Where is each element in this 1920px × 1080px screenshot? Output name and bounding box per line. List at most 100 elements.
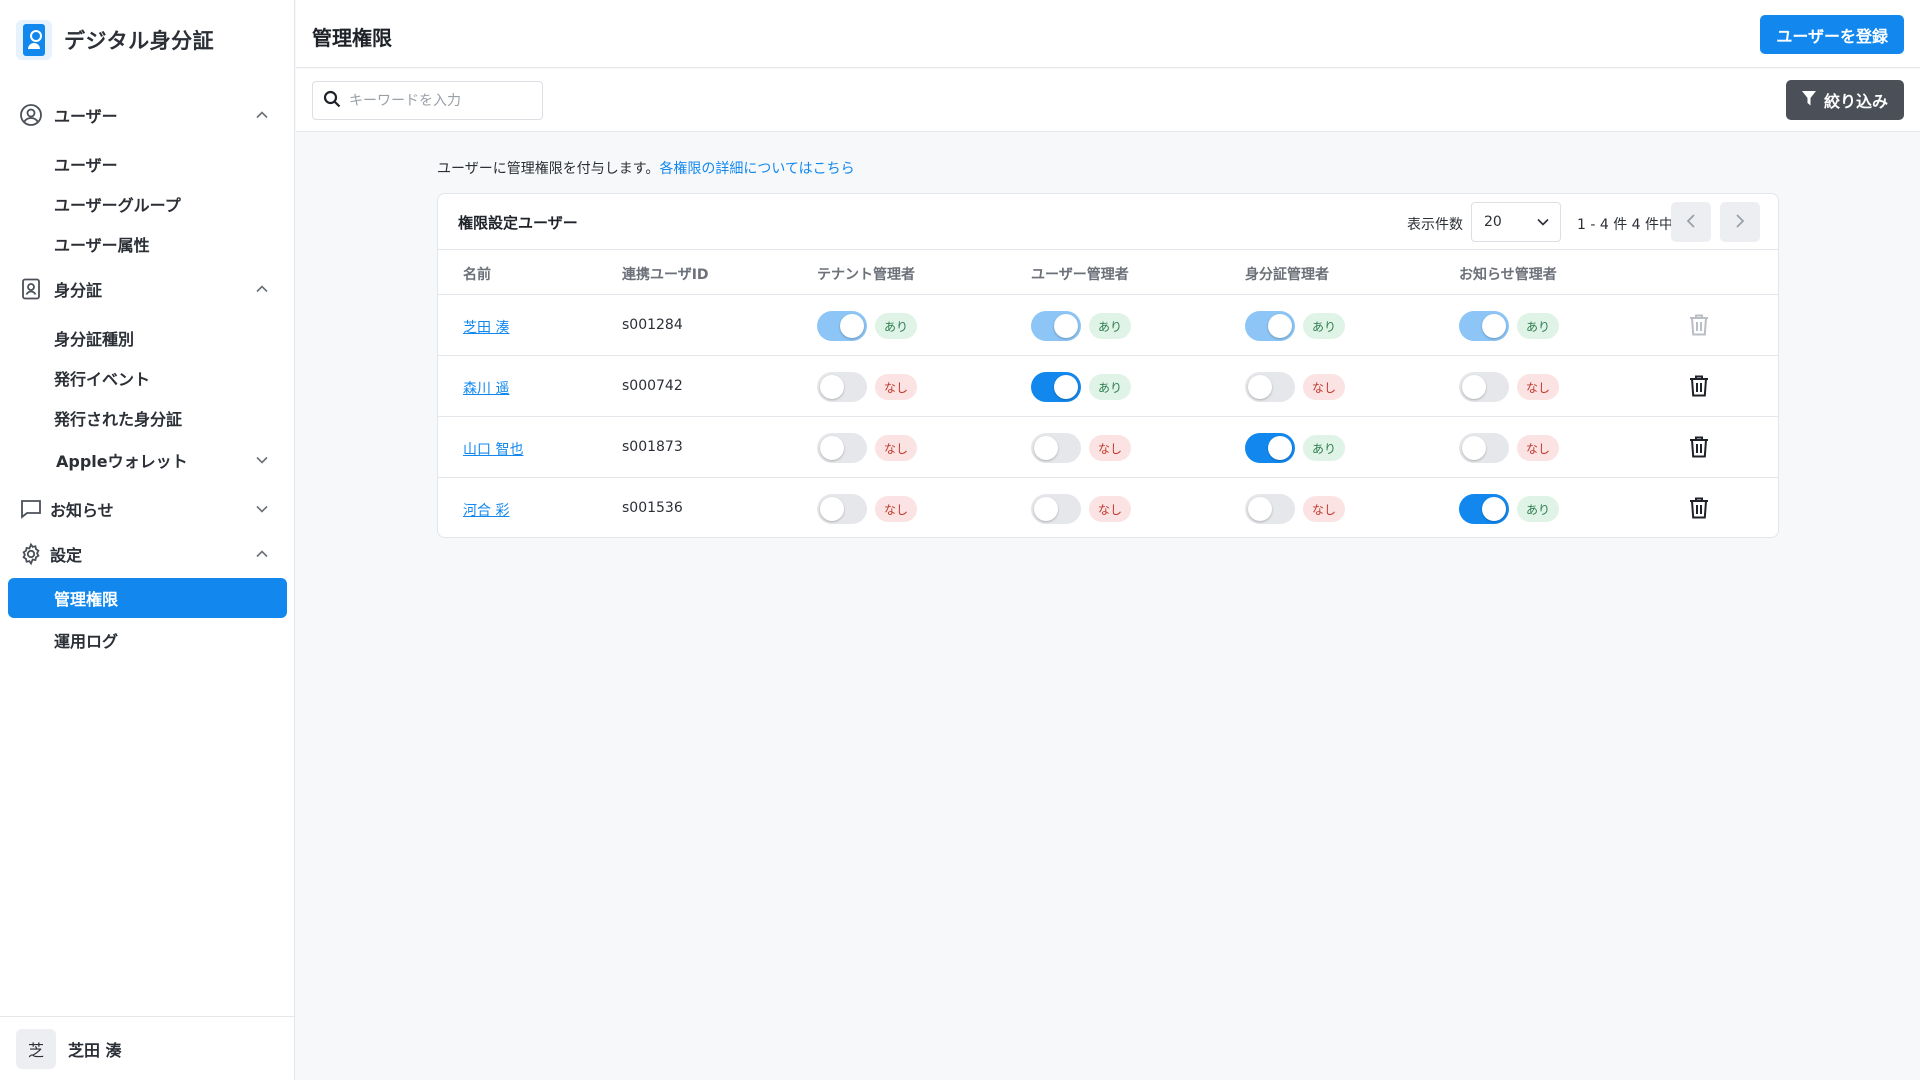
chevron-up-icon bbox=[251, 278, 273, 300]
sidebar-item-admin-permissions[interactable]: 管理権限 bbox=[8, 578, 287, 618]
filter-button[interactable]: 絞り込み bbox=[1785, 80, 1904, 120]
linked-user-id: s001873 bbox=[622, 439, 683, 455]
nav-section-label: 身分証 bbox=[54, 281, 103, 300]
permission-user-admin: なし bbox=[1031, 433, 1132, 463]
prev-page-button[interactable] bbox=[1671, 202, 1711, 242]
permission-user-admin: あり bbox=[1031, 372, 1132, 402]
tenant-admin-toggle[interactable] bbox=[817, 494, 867, 524]
nav-subsection-apple-wallet[interactable]: Appleウォレット bbox=[56, 448, 273, 472]
column-header-notice-admin: お知らせ管理者 bbox=[1459, 267, 1557, 283]
notice-admin-toggle[interactable] bbox=[1459, 433, 1509, 463]
tenant-admin-toggle[interactable] bbox=[817, 433, 867, 463]
permission-status-badge: なし bbox=[1303, 374, 1346, 400]
id-admin-toggle[interactable] bbox=[1245, 494, 1295, 524]
notice-admin-toggle[interactable] bbox=[1459, 311, 1509, 341]
brand[interactable]: デジタル身分証 bbox=[16, 20, 214, 60]
search-box[interactable] bbox=[312, 81, 543, 120]
filter-icon bbox=[1801, 90, 1816, 110]
delete-button[interactable] bbox=[1686, 313, 1712, 339]
permission-status-badge: あり bbox=[1303, 435, 1346, 461]
search-icon bbox=[323, 90, 341, 112]
permission-user-admin: あり bbox=[1031, 311, 1132, 341]
user-name-link[interactable]: 芝田 湊 bbox=[463, 317, 509, 337]
tenant-admin-toggle[interactable] bbox=[817, 372, 867, 402]
current-user[interactable]: 芝 芝田 湊 bbox=[0, 1016, 295, 1080]
sidebar: デジタル身分証 ユーザー ユーザー ユーザーグループ ユーザー属性 身分証 身分… bbox=[0, 0, 295, 1080]
user-name-link[interactable]: 山口 智也 bbox=[463, 439, 523, 459]
toolbar: 絞り込み bbox=[296, 69, 1920, 132]
id-admin-toggle[interactable] bbox=[1245, 372, 1295, 402]
table-row: 芝田 湊 s001284 あり あり あり あり bbox=[438, 295, 1778, 356]
tenant-admin-toggle[interactable] bbox=[817, 311, 867, 341]
page-description: ユーザーに管理権限を付与します。各権限の詳細についてはこちら bbox=[437, 158, 855, 178]
id-admin-toggle[interactable] bbox=[1245, 311, 1295, 341]
nav-section-notice[interactable]: お知らせ bbox=[18, 496, 273, 522]
permission-status-badge: あり bbox=[1303, 313, 1346, 339]
table-body: 芝田 湊 s001284 あり あり あり あり 森川 遥 s000742 なし あり なし なし 山口… bbox=[438, 295, 1778, 537]
permission-status-badge: あり bbox=[1517, 313, 1560, 339]
table-header: 名前 連携ユーザID テナント管理者 ユーザー管理者 身分証管理者 お知らせ管理… bbox=[438, 250, 1778, 295]
notice-admin-toggle[interactable] bbox=[1459, 372, 1509, 402]
chevron-down-icon bbox=[251, 449, 273, 471]
permission-status-badge: なし bbox=[1089, 496, 1132, 522]
user-admin-toggle[interactable] bbox=[1031, 494, 1081, 524]
user-name-link[interactable]: 河合 彩 bbox=[463, 500, 509, 520]
permission-user-admin: なし bbox=[1031, 494, 1132, 524]
next-page-button[interactable] bbox=[1720, 202, 1760, 242]
page-title: 管理権限 bbox=[312, 26, 392, 50]
per-page-label: 表示件数 bbox=[1407, 217, 1463, 233]
search-input[interactable] bbox=[349, 92, 529, 109]
chevron-up-icon bbox=[251, 104, 273, 126]
nav-section-label: お知らせ bbox=[50, 501, 114, 520]
sidebar-item-user-groups[interactable]: ユーザーグループ bbox=[54, 192, 181, 216]
nav-section-label: 設定 bbox=[50, 546, 83, 565]
chevron-right-icon bbox=[1733, 213, 1747, 232]
sidebar-item-operation-logs[interactable]: 運用ログ bbox=[54, 628, 118, 652]
nav-section-settings[interactable]: 設定 bbox=[18, 541, 273, 567]
nav-section-users[interactable]: ユーザー bbox=[18, 102, 273, 128]
pagination-range: 1 - 4 件 4 件中 bbox=[1577, 217, 1674, 233]
user-admin-toggle[interactable] bbox=[1031, 311, 1081, 341]
chevron-up-icon bbox=[251, 543, 273, 565]
per-page-select[interactable]: 20 bbox=[1471, 202, 1561, 242]
permission-users-card: 権限設定ユーザー 表示件数 20 1 - 4 件 4 件中 名前 連携ユーザID… bbox=[437, 193, 1779, 538]
id-admin-toggle[interactable] bbox=[1245, 433, 1295, 463]
permission-id-admin: あり bbox=[1245, 433, 1346, 463]
permission-id-admin: あり bbox=[1245, 311, 1346, 341]
permission-status-badge: なし bbox=[1089, 435, 1132, 461]
sidebar-item-id-types[interactable]: 身分証種別 bbox=[54, 326, 134, 350]
linked-user-id: s001536 bbox=[622, 500, 683, 516]
user-circle-icon bbox=[18, 102, 44, 128]
column-header-id-admin: 身分証管理者 bbox=[1245, 267, 1329, 283]
register-user-button[interactable]: ユーザーを登録 bbox=[1760, 15, 1904, 54]
delete-button[interactable] bbox=[1686, 435, 1712, 461]
sidebar-item-issued-ids[interactable]: 発行された身分証 bbox=[54, 406, 182, 430]
permission-tenant-admin: あり bbox=[817, 311, 918, 341]
user-admin-toggle[interactable] bbox=[1031, 372, 1081, 402]
permission-status-badge: あり bbox=[1089, 313, 1132, 339]
trash-icon bbox=[1689, 375, 1709, 400]
user-name-link[interactable]: 森川 遥 bbox=[463, 378, 509, 398]
table-row: 森川 遥 s000742 なし あり なし なし bbox=[438, 356, 1778, 417]
permission-notice-admin: なし bbox=[1459, 372, 1560, 402]
column-header-user-admin: ユーザー管理者 bbox=[1031, 267, 1129, 283]
chevron-down-icon bbox=[251, 498, 273, 520]
permission-details-link[interactable]: 各権限の詳細についてはこちら bbox=[659, 161, 854, 177]
avatar: 芝 bbox=[16, 1028, 56, 1069]
user-admin-toggle[interactable] bbox=[1031, 433, 1081, 463]
permission-status-badge: あり bbox=[1089, 374, 1132, 400]
card-header: 権限設定ユーザー 表示件数 20 1 - 4 件 4 件中 bbox=[438, 194, 1778, 250]
trash-icon bbox=[1689, 314, 1709, 339]
permission-status-badge: なし bbox=[1303, 496, 1346, 522]
permission-notice-admin: あり bbox=[1459, 311, 1560, 341]
delete-button[interactable] bbox=[1686, 496, 1712, 522]
permission-status-badge: なし bbox=[875, 435, 918, 461]
sidebar-item-users[interactable]: ユーザー bbox=[54, 152, 118, 176]
sidebar-item-issue-events[interactable]: 発行イベント bbox=[54, 366, 150, 390]
notice-admin-toggle[interactable] bbox=[1459, 494, 1509, 524]
permission-status-badge: なし bbox=[1517, 374, 1560, 400]
sidebar-item-user-attributes[interactable]: ユーザー属性 bbox=[54, 232, 150, 256]
nav-section-id[interactable]: 身分証 bbox=[18, 276, 273, 302]
delete-button[interactable] bbox=[1686, 374, 1712, 400]
gear-icon bbox=[18, 541, 44, 567]
